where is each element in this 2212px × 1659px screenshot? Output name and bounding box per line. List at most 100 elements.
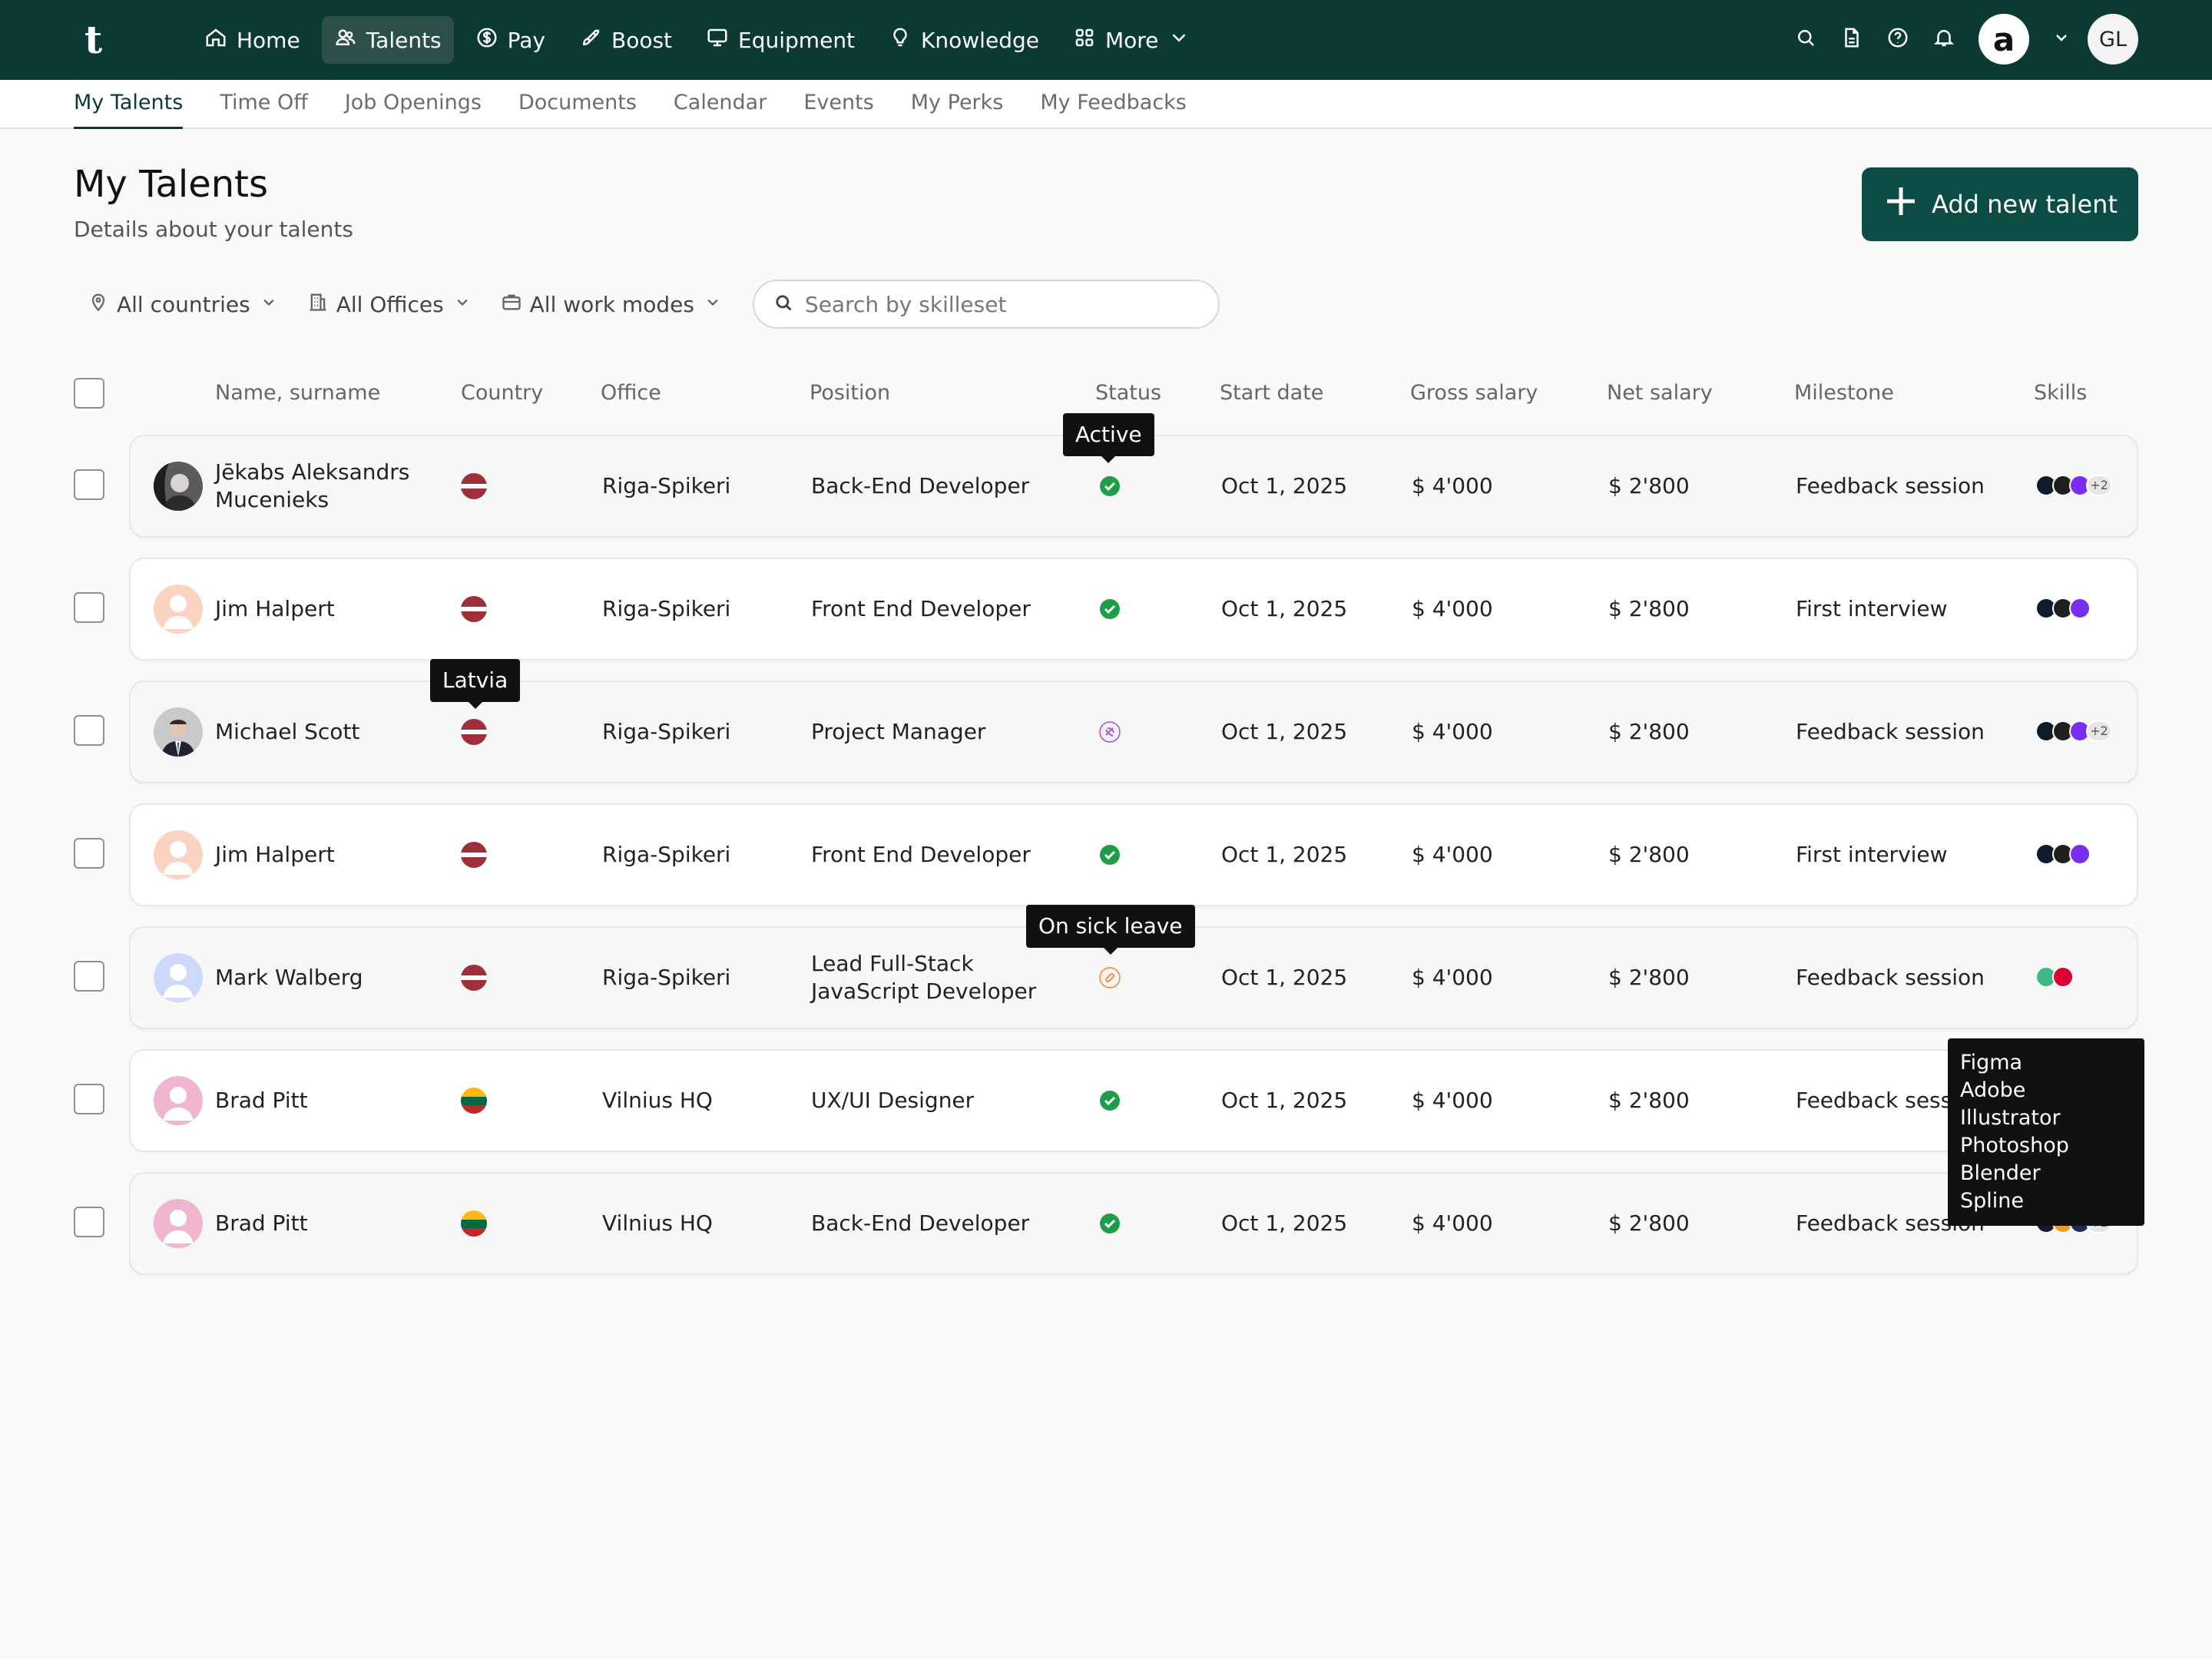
net-salary: $ 2'800 bbox=[1608, 1088, 1690, 1113]
company-logo[interactable]: a bbox=[1979, 14, 2029, 65]
skill-tooltip-item: Blender bbox=[1960, 1161, 2041, 1185]
skills-tooltip: Figma Adobe Illustrator Photoshop Blende… bbox=[1948, 1038, 2144, 1226]
tab-time-off[interactable]: Time Off bbox=[220, 91, 308, 127]
start-date: Oct 1, 2025 bbox=[1221, 1088, 1348, 1113]
column-skills[interactable]: Skills bbox=[2034, 378, 2087, 409]
status-active-icon bbox=[1098, 843, 1121, 866]
position: UX/UI Designer bbox=[811, 1088, 975, 1113]
latvia-flag-icon bbox=[461, 842, 487, 868]
office: Vilnius HQ bbox=[602, 1210, 713, 1236]
skill-angular-icon[interactable] bbox=[2052, 966, 2074, 988]
latvia-flag-icon bbox=[461, 596, 487, 622]
nav-equipment[interactable]: Equipment bbox=[694, 16, 867, 64]
column-country[interactable]: Country bbox=[461, 378, 543, 409]
table-row[interactable]: Jim Halpert Riga-Spikeri Front End Develop… bbox=[129, 558, 2138, 661]
talent-name[interactable]: Jēkabs Aleksandrs Mucenieks bbox=[215, 459, 438, 514]
column-gross-salary[interactable]: Gross salary bbox=[1410, 378, 1538, 409]
skill-bootstrap-icon[interactable] bbox=[2069, 598, 2091, 619]
skills-icons[interactable] bbox=[2035, 598, 2128, 621]
nav-home[interactable]: Home bbox=[192, 16, 313, 64]
office: Riga-Spikeri bbox=[602, 473, 731, 498]
row-checkbox[interactable] bbox=[74, 592, 104, 623]
tab-my-perks[interactable]: My Perks bbox=[911, 91, 1004, 127]
user-avatar[interactable]: GL bbox=[2088, 14, 2138, 65]
gross-salary: $ 4'000 bbox=[1412, 1088, 1493, 1113]
add-new-talent-label: Add new talent bbox=[1932, 190, 2118, 219]
search-icon[interactable] bbox=[1794, 26, 1817, 52]
column-name[interactable]: Name, surname bbox=[215, 378, 380, 409]
nav-boost-label: Boost bbox=[611, 27, 673, 53]
skills-icons[interactable]: +2 bbox=[2035, 720, 2128, 743]
nav-knowledge[interactable]: Knowledge bbox=[876, 16, 1051, 64]
status-active-icon bbox=[1098, 1212, 1121, 1235]
tab-events[interactable]: Events bbox=[803, 91, 873, 127]
table-row[interactable]: Jim Halpert Riga-Spikeri Front End Develop… bbox=[129, 803, 2138, 906]
skills-icons[interactable]: +2 bbox=[2035, 475, 2128, 498]
app-logo[interactable]: t bbox=[84, 17, 102, 62]
work-mode-filter[interactable]: All work modes bbox=[487, 280, 737, 329]
page-title: My Talents bbox=[74, 163, 268, 206]
nav-boost[interactable]: Boost bbox=[567, 16, 684, 64]
gross-salary: $ 4'000 bbox=[1412, 965, 1493, 990]
table-row[interactable]: Brad Pitt Vilnius HQ Back-End Developer Oct… bbox=[129, 1172, 2138, 1275]
tab-job-openings[interactable]: Job Openings bbox=[345, 91, 482, 127]
tab-my-talents[interactable]: My Talents bbox=[74, 91, 184, 129]
talent-name[interactable]: Brad Pitt bbox=[215, 1087, 438, 1114]
tab-documents[interactable]: Documents bbox=[518, 91, 637, 127]
column-net-salary[interactable]: Net salary bbox=[1607, 378, 1713, 409]
column-start-date[interactable]: Start date bbox=[1220, 378, 1323, 409]
talent-name[interactable]: Jim Halpert bbox=[215, 841, 438, 869]
office-filter[interactable]: All Offices bbox=[293, 280, 487, 329]
skills-icons[interactable] bbox=[2035, 843, 2128, 866]
country-filter[interactable]: All countries bbox=[74, 280, 293, 329]
skills-more-badge[interactable]: +2 bbox=[2086, 720, 2112, 742]
row-checkbox[interactable] bbox=[74, 469, 104, 500]
start-date: Oct 1, 2025 bbox=[1221, 1210, 1348, 1236]
users-icon bbox=[334, 26, 357, 55]
tab-my-feedbacks[interactable]: My Feedbacks bbox=[1040, 91, 1187, 127]
column-status[interactable]: Status bbox=[1095, 378, 1161, 409]
gross-salary: $ 4'000 bbox=[1412, 1210, 1493, 1236]
talent-name[interactable]: Michael Scott bbox=[215, 718, 438, 746]
status-tooltip-sick: On sick leave bbox=[1026, 905, 1195, 955]
nav-pay[interactable]: Pay bbox=[463, 16, 558, 64]
talent-name[interactable]: Jim Halpert bbox=[215, 595, 438, 623]
help-icon[interactable] bbox=[1886, 26, 1909, 52]
column-office[interactable]: Office bbox=[601, 378, 661, 409]
row-checkbox[interactable] bbox=[74, 1207, 104, 1237]
talent-name[interactable]: Mark Walberg bbox=[215, 964, 438, 992]
column-milestone[interactable]: Milestone bbox=[1794, 378, 1894, 409]
document-icon[interactable] bbox=[1840, 26, 1863, 52]
add-new-talent-button[interactable]: Add new talent bbox=[1862, 167, 2138, 241]
column-position[interactable]: Position bbox=[810, 378, 890, 409]
tab-calendar[interactable]: Calendar bbox=[674, 91, 767, 127]
skill-search-box bbox=[752, 280, 1220, 329]
row-checkbox[interactable] bbox=[74, 715, 104, 746]
gross-salary: $ 4'000 bbox=[1412, 473, 1493, 498]
skill-search-input[interactable] bbox=[804, 291, 1189, 317]
location-pin-icon bbox=[88, 291, 109, 318]
avatar bbox=[154, 953, 203, 1002]
main-nav: Home Talents Pay Boost Equipment Knowled… bbox=[192, 16, 1203, 64]
talent-name[interactable]: Brad Pitt bbox=[215, 1210, 438, 1237]
row-checkbox[interactable] bbox=[74, 961, 104, 992]
skills-icons[interactable] bbox=[2035, 966, 2128, 989]
select-all-checkbox[interactable] bbox=[74, 378, 104, 409]
header-actions: a GL bbox=[1794, 14, 2138, 65]
chevron-down-icon[interactable] bbox=[2052, 28, 2071, 50]
table-row[interactable]: Brad Pitt Vilnius HQ UX/UI Designer Oct 1, … bbox=[129, 1049, 2138, 1152]
net-salary: $ 2'800 bbox=[1608, 1210, 1690, 1236]
row-checkbox[interactable] bbox=[74, 838, 104, 869]
skill-bootstrap-icon[interactable] bbox=[2069, 843, 2091, 865]
row-checkbox[interactable] bbox=[74, 1084, 104, 1114]
filters-bar: All countries All Offices All work modes bbox=[74, 280, 1220, 329]
net-salary: $ 2'800 bbox=[1608, 719, 1690, 744]
status-active-icon bbox=[1098, 475, 1121, 498]
net-salary: $ 2'800 bbox=[1608, 842, 1690, 867]
office: Vilnius HQ bbox=[602, 1088, 713, 1113]
skills-more-badge[interactable]: +2 bbox=[2086, 475, 2112, 496]
bell-icon[interactable] bbox=[1932, 26, 1955, 52]
nav-knowledge-label: Knowledge bbox=[921, 27, 1039, 53]
nav-talents[interactable]: Talents bbox=[321, 16, 454, 64]
nav-more[interactable]: More bbox=[1061, 16, 1203, 64]
